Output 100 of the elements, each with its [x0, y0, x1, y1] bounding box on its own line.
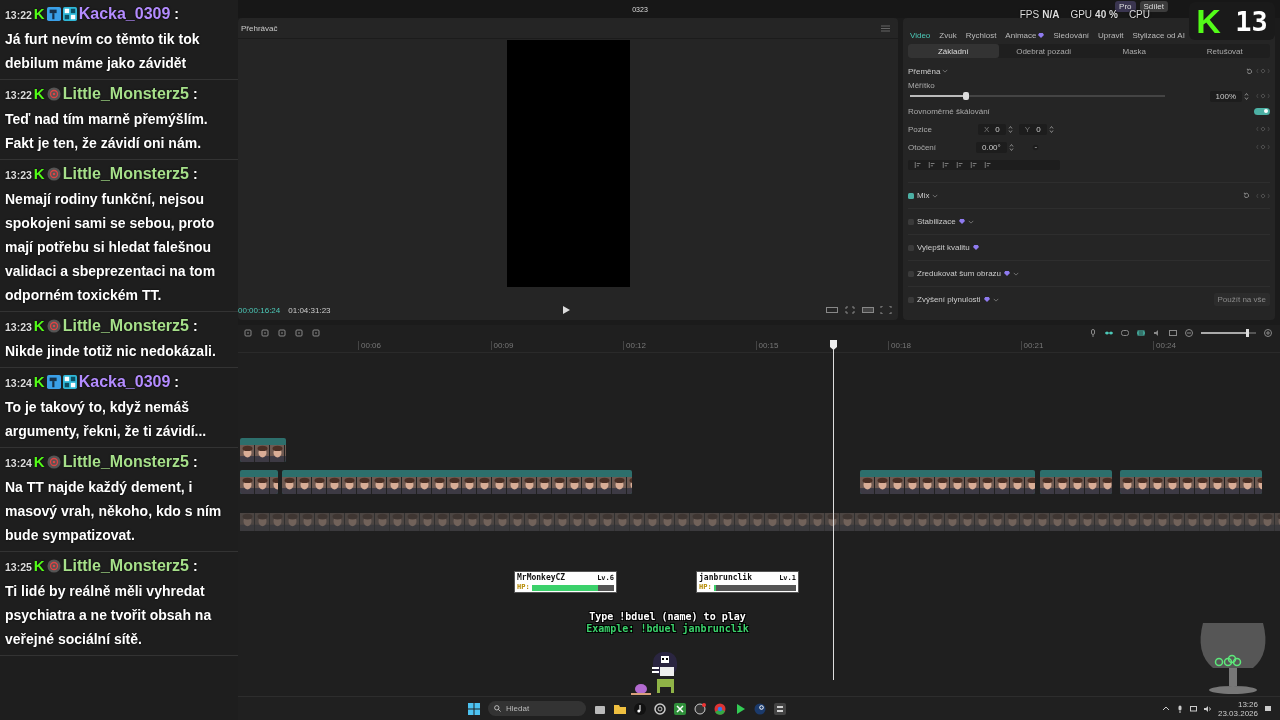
dial-icon[interactable]: [1031, 143, 1039, 151]
search-field[interactable]: Hledat: [488, 701, 586, 716]
field-label: Otočení: [908, 142, 937, 152]
folder-icon[interactable]: [614, 702, 626, 715]
fit-screen-icon[interactable]: [844, 306, 856, 314]
video-clip[interactable]: [1040, 470, 1112, 494]
checkbox[interactable]: [908, 192, 914, 199]
inspector-tab[interactable]: Rychlost: [965, 31, 997, 40]
message-time: 13:22: [5, 9, 32, 21]
align-icon[interactable]: [970, 162, 977, 168]
message-text: Ti lidé by reálně měli vyhredat psychiatra a ne tvořit obsah na veřejné sociální sítě.: [5, 582, 213, 649]
ruler-label: 00:24: [1153, 341, 1177, 350]
windows-start-icon[interactable]: [468, 702, 480, 715]
clock-date[interactable]: 23.03.2026: [1217, 708, 1258, 718]
inspector-tab[interactable]: Video: [910, 31, 931, 40]
caret-icon[interactable]: [992, 297, 999, 302]
effects-icon[interactable]: [312, 328, 320, 337]
video-clip[interactable]: [860, 470, 1035, 494]
search-icon: [494, 705, 501, 712]
microphone-icon[interactable]: [1089, 328, 1097, 337]
username[interactable]: Little_Monsterz5: [62, 165, 189, 182]
zoom-in-icon[interactable]: [1264, 328, 1272, 337]
chevron-up-icon[interactable]: [1161, 704, 1170, 713]
stat-label: FPS: [1019, 9, 1040, 20]
notification-icon[interactable]: [1264, 704, 1272, 713]
sub-tab[interactable]: Retušovat: [1179, 44, 1270, 58]
x-field[interactable]: X 0: [978, 123, 1006, 135]
video-clip[interactable]: [240, 470, 278, 494]
hammer-icon: [46, 7, 61, 21]
stepper-icon[interactable]: [1007, 125, 1013, 133]
username[interactable]: Kacka_0309: [78, 373, 171, 390]
brain-creature-drawing: [630, 684, 652, 696]
sub-tab[interactable]: Maska: [1089, 44, 1180, 58]
reset-icon[interactable]: [1246, 67, 1253, 75]
inspector-tab[interactable]: Zvuk: [939, 31, 957, 40]
network-icon[interactable]: [1189, 704, 1198, 713]
split-icon[interactable]: [244, 328, 252, 337]
sub-tab[interactable]: Základní: [908, 44, 999, 58]
align-icon[interactable]: [956, 162, 963, 168]
snap-icon[interactable]: [1137, 328, 1145, 337]
ruler-label: 00:21: [1020, 341, 1044, 350]
slider-thumb[interactable]: [963, 92, 969, 100]
speaker-icon[interactable]: [1153, 328, 1161, 337]
align-icon[interactable]: [928, 162, 935, 168]
align-icon[interactable]: [942, 162, 949, 168]
y-field[interactable]: Y 0: [1018, 123, 1047, 135]
inspector-tab[interactable]: Animace: [1005, 31, 1045, 40]
stat-value: N/A: [1042, 9, 1060, 20]
username[interactable]: Little_Monsterz5: [62, 453, 189, 470]
username[interactable]: Kacka_0309: [78, 5, 171, 22]
clock-time[interactable]: 13:26: [1237, 699, 1258, 709]
player-name: MrMonkeyCZ: [517, 573, 566, 583]
username[interactable]: Little_Monsterz5: [62, 317, 189, 334]
slider-thumb[interactable]: [1246, 328, 1250, 337]
ratio-icon[interactable]: [826, 306, 838, 314]
sub-tab[interactable]: Odebrat pozadí: [998, 44, 1089, 58]
freeze-icon[interactable]: [295, 328, 303, 337]
fullscreen-icon[interactable]: [880, 306, 892, 314]
caret-icon[interactable]: [942, 69, 949, 73]
message-time: 13:22: [5, 89, 32, 101]
reset-icon[interactable]: [1243, 192, 1250, 199]
toggle-switch[interactable]: [1254, 107, 1270, 115]
align-icon[interactable]: [914, 162, 921, 168]
field-label: Rovnoměrné škálování: [908, 106, 990, 116]
channel-label: K: [33, 452, 45, 472]
message-text: Na TT najde každý dement, i masový vrah, někoho, kdo s ním bude sympatizovat.: [5, 478, 223, 545]
caret-icon[interactable]: [967, 219, 974, 224]
zoom-out-icon[interactable]: [1185, 328, 1193, 337]
username[interactable]: Little_Monsterz5: [62, 85, 189, 102]
menu-icon[interactable]: [881, 24, 890, 32]
stepper-icon[interactable]: [1008, 143, 1014, 151]
video-clip[interactable]: [282, 470, 632, 494]
username[interactable]: Little_Monsterz5: [62, 557, 189, 574]
inspector-tab[interactable]: Sledování: [1053, 31, 1090, 40]
caret-icon[interactable]: [1013, 271, 1020, 276]
volume-icon[interactable]: [1203, 704, 1212, 713]
browser-icon[interactable]: [714, 702, 726, 715]
stepper-icon[interactable]: [1048, 125, 1054, 133]
play-store-icon[interactable]: [734, 702, 746, 715]
message-text: Já furt nevím co těmto tik tok debilum máme jako závidět: [5, 30, 201, 73]
caret-icon[interactable]: [932, 193, 939, 198]
play-icon[interactable]: [563, 306, 570, 314]
record-icon[interactable]: [694, 702, 706, 715]
stepper-icon[interactable]: [1244, 92, 1249, 100]
inspector-tab[interactable]: Stylizace od AI: [1132, 31, 1185, 40]
crop-icon[interactable]: [278, 328, 286, 337]
knot-icon[interactable]: [654, 702, 666, 715]
playhead[interactable]: [829, 340, 838, 680]
music-note-icon[interactable]: [634, 702, 646, 715]
align-icon[interactable]: [984, 162, 991, 168]
video-clip[interactable]: [240, 438, 286, 462]
rotation-field[interactable]: 0.00°: [976, 141, 1007, 153]
caption-icon[interactable]: [1169, 328, 1177, 337]
inspector-tab[interactable]: Upravit: [1098, 31, 1124, 40]
editor-app-icon[interactable]: [774, 702, 786, 715]
preview-icon[interactable]: [1121, 328, 1129, 337]
magic-icon[interactable]: [261, 328, 269, 337]
quality-icon[interactable]: [862, 306, 874, 314]
video-clip[interactable]: [1120, 470, 1262, 494]
scale-value[interactable]: 100%: [1209, 90, 1242, 102]
